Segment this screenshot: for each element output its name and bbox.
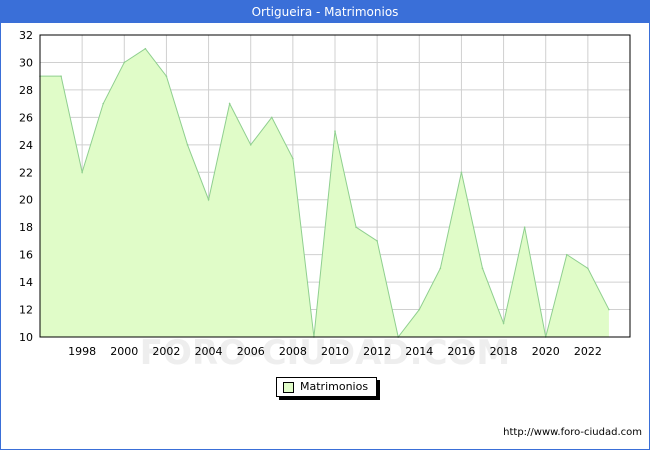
x-tick-label: 2002 (152, 345, 180, 358)
legend: Matrimonios (276, 377, 378, 397)
data-point (608, 308, 610, 311)
x-tick-label: 2004 (195, 345, 223, 358)
x-tick-label: 1998 (68, 345, 96, 358)
y-tick-label: 32 (19, 29, 33, 42)
x-tick-label: 2008 (279, 345, 307, 358)
data-point (439, 267, 442, 270)
data-point (207, 198, 210, 201)
data-point (249, 144, 252, 146)
y-tick-label: 24 (19, 139, 33, 152)
data-point (60, 75, 62, 77)
legend-swatch (283, 381, 294, 393)
x-tick-label: 2006 (237, 345, 265, 358)
data-point (355, 226, 357, 228)
data-point (81, 171, 83, 174)
y-tick-label: 20 (19, 194, 33, 207)
legend-label: Matrimonios (300, 380, 369, 393)
y-axis-ticks: 10 12 14 16 18 20 22 24 26 28 30 32 (19, 29, 33, 344)
x-tick-label: 2010 (321, 345, 349, 358)
y-tick-label: 30 (19, 56, 33, 69)
data-point (270, 116, 273, 119)
data-point (334, 130, 336, 132)
data-point (523, 226, 526, 228)
x-tick-label: 2022 (574, 345, 602, 358)
x-tick-label: 2020 (532, 345, 560, 358)
area-fill (40, 48, 609, 338)
y-tick-label: 26 (19, 111, 33, 124)
x-tick-label: 2012 (363, 345, 391, 358)
data-point (165, 75, 168, 77)
y-tick-label: 28 (19, 84, 33, 97)
data-point (502, 322, 505, 325)
x-tick-label: 2016 (447, 345, 475, 358)
data-point (460, 171, 463, 174)
y-tick-label: 12 (19, 304, 33, 317)
data-point (102, 102, 105, 105)
data-point (376, 240, 378, 242)
data-point (292, 157, 294, 160)
data-point (123, 61, 126, 64)
y-tick-label: 18 (19, 221, 33, 234)
data-point (228, 102, 231, 105)
data-point (418, 308, 421, 311)
data-point (186, 144, 189, 146)
y-tick-label: 16 (19, 249, 33, 262)
x-tick-label: 2014 (405, 345, 433, 358)
x-tick-label: 2018 (490, 345, 518, 358)
y-tick-label: 10 (19, 331, 33, 344)
data-point (587, 267, 589, 270)
y-tick-label: 22 (19, 166, 33, 179)
data-point (565, 253, 568, 256)
y-tick-label: 14 (19, 276, 33, 289)
x-tick-label: 2000 (110, 345, 138, 358)
data-point (481, 267, 484, 270)
data-point (144, 47, 147, 50)
source-url[interactable]: http://www.foro-ciudad.com (503, 427, 642, 438)
